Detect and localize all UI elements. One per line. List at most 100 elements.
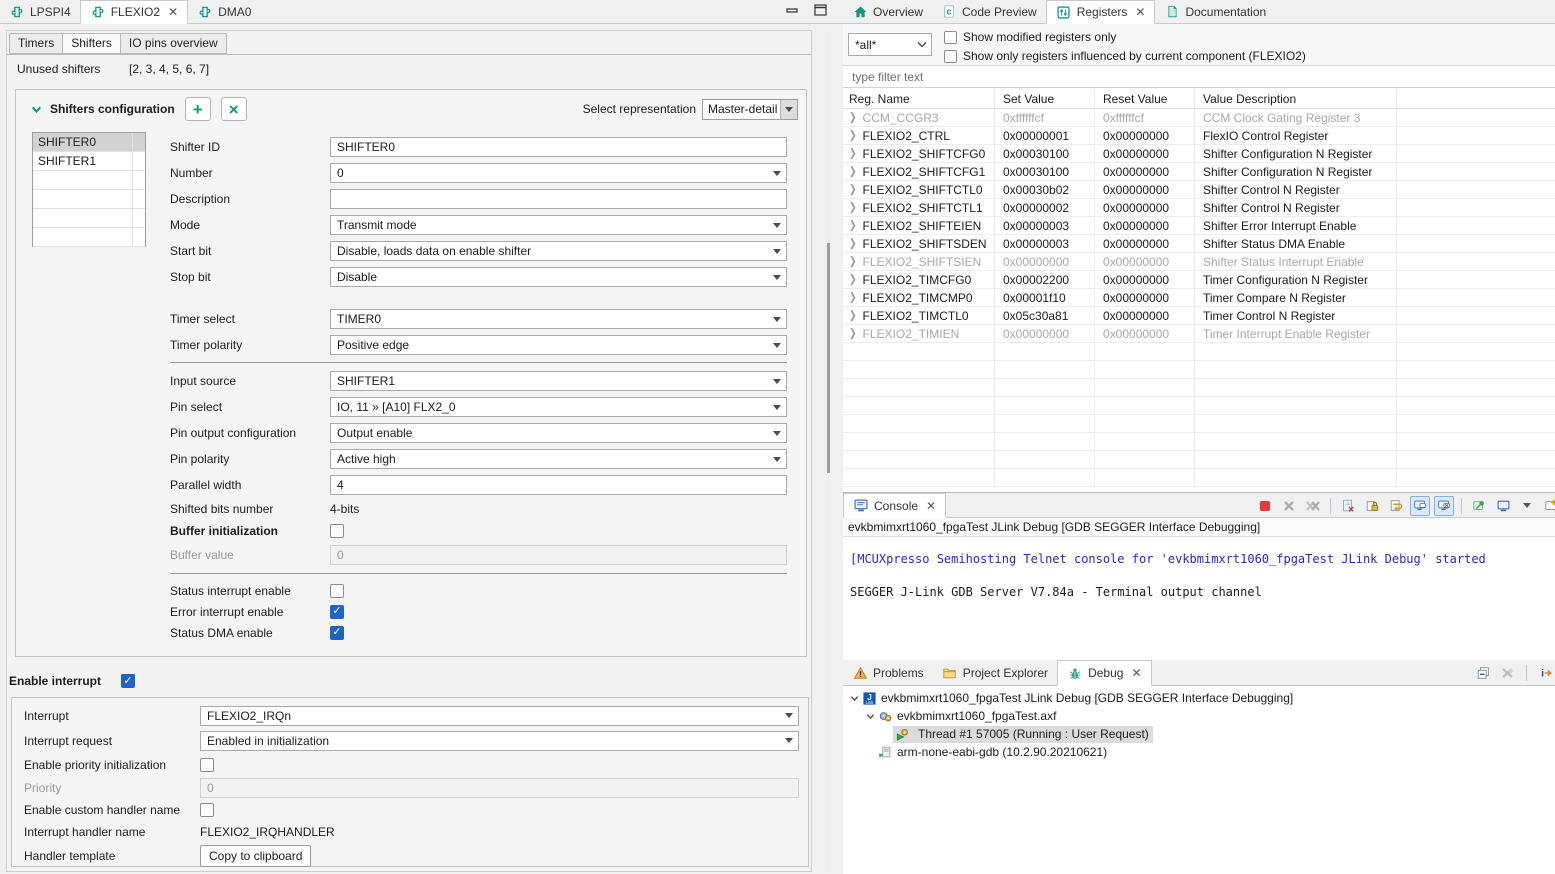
remove-all-terminated-icon[interactable] bbox=[1303, 496, 1323, 516]
new-console-icon[interactable] bbox=[1541, 496, 1555, 516]
column-header-value-description[interactable]: Value Description bbox=[1195, 89, 1397, 108]
column-header-set-value[interactable]: Set Value bbox=[995, 89, 1095, 108]
console-output[interactable]: [MCUXpresso Semihosting Telnet console f… bbox=[843, 538, 1555, 660]
tree-node[interactable]: J Link evkbmimxrt1060_fpgaTest JLink Debug… bbox=[861, 690, 1293, 706]
register-row-flexio2-shiftctl1[interactable]: ❯ FLEXIO2_SHIFTCTL1 0x00000002 0x00000000 Sh… bbox=[843, 199, 1555, 217]
info-arrow-icon[interactable]: i bbox=[1535, 663, 1555, 683]
minimize-view-icon[interactable] bbox=[786, 4, 800, 16]
expand-chevron-icon[interactable]: ❯ bbox=[849, 291, 857, 304]
parallel-width-field[interactable]: 4 bbox=[330, 475, 787, 495]
debug-tree-row[interactable]: evkbmimxrt1060_fpgaTest.axf bbox=[843, 707, 1555, 725]
tab-flexio2[interactable]: FLEXIO2 ✕ bbox=[79, 0, 189, 24]
collapse-all-icon[interactable] bbox=[1473, 663, 1493, 683]
close-icon[interactable]: ✕ bbox=[1131, 667, 1141, 679]
tree-expander-chevron-icon[interactable] bbox=[863, 712, 877, 721]
open-console-icon[interactable] bbox=[1493, 496, 1513, 516]
enable-custom-handler-name-checkbox[interactable] bbox=[200, 803, 214, 817]
column-header-reset-value[interactable]: Reset Value bbox=[1095, 89, 1195, 108]
representation-dropdown[interactable]: Master-detail bbox=[702, 98, 798, 120]
enable-interrupt-checkbox[interactable]: ✓ bbox=[121, 674, 135, 688]
show-influenced-checkbox[interactable] bbox=[944, 49, 957, 63]
shifter-list-item-shifter0[interactable]: SHIFTER0 bbox=[33, 133, 145, 152]
remove-launch-icon[interactable] bbox=[1338, 496, 1358, 516]
register-filter-input[interactable]: type filter text bbox=[843, 65, 1555, 88]
register-row-ccm-ccgr3[interactable]: ❯ CCM_CCGR3 0xffffffcf 0xffffffcf CCM Clock … bbox=[843, 109, 1555, 127]
copy-to-clipboard-button[interactable]: Copy to clipboard bbox=[200, 844, 312, 867]
register-row-flexio2-shifteien[interactable]: ❯ FLEXIO2_SHIFTEIEN 0x00000003 0x00000000 Sh… bbox=[843, 217, 1555, 235]
debug-tree-row[interactable]: Thread #1 57005 (Running : User Request) bbox=[843, 725, 1555, 743]
expand-chevron-icon[interactable]: ❯ bbox=[849, 309, 857, 322]
close-icon[interactable]: ✕ bbox=[168, 6, 178, 18]
register-row-flexio2-timcfg0[interactable]: ❯ FLEXIO2_TIMCFG0 0x00002200 0x00000000 Time… bbox=[843, 271, 1555, 289]
tab-registers[interactable]: Registers ✕ bbox=[1045, 0, 1156, 24]
stop-bit-dropdown[interactable]: Disable bbox=[330, 267, 787, 287]
timer-polarity-dropdown[interactable]: Positive edge bbox=[330, 335, 787, 355]
show-modified-checkbox[interactable] bbox=[944, 30, 957, 44]
tree-node[interactable]: arm-none-eabi-gdb (10.2.90.20210621) bbox=[877, 744, 1107, 760]
terminate-icon[interactable] bbox=[1255, 496, 1275, 516]
tab-project-explorer[interactable]: Project Explorer bbox=[933, 660, 1057, 685]
register-row-flexio2-timctl0[interactable]: ❯ FLEXIO2_TIMCTL0 0x05c30a81 0x00000000 Time… bbox=[843, 307, 1555, 325]
close-icon[interactable]: ✕ bbox=[1135, 6, 1145, 18]
tree-expander-chevron-icon[interactable] bbox=[847, 694, 861, 703]
shifter-list-item-shifter1[interactable]: SHIFTER1 bbox=[33, 152, 145, 171]
start-bit-dropdown[interactable]: Disable, loads data on enable shifter bbox=[330, 241, 787, 261]
section-collapse-chevron-icon[interactable] bbox=[28, 101, 44, 117]
shifter-id-field[interactable]: SHIFTER0 bbox=[330, 137, 787, 157]
tab-documentation[interactable]: Documentation bbox=[1155, 0, 1275, 23]
tab-problems[interactable]: Problems bbox=[843, 660, 933, 685]
register-row-flexio2-timcmp0[interactable]: ❯ FLEXIO2_TIMCMP0 0x00001f10 0x00000000 Time… bbox=[843, 289, 1555, 307]
peripheral-filter-dropdown[interactable]: *all* bbox=[848, 33, 932, 56]
register-row-flexio2-timien[interactable]: ❯ FLEXIO2_TIMIEN 0x00000000 0x00000000 Timer… bbox=[843, 325, 1555, 343]
expand-chevron-icon[interactable]: ❯ bbox=[849, 327, 857, 340]
vertical-scrollbar[interactable] bbox=[826, 30, 831, 872]
maximize-view-icon[interactable] bbox=[814, 4, 828, 16]
dropdown-arrow-icon[interactable] bbox=[1517, 496, 1537, 516]
remove-terminated-icon[interactable] bbox=[1498, 663, 1518, 683]
expand-chevron-icon[interactable]: ❯ bbox=[849, 147, 857, 160]
tree-node[interactable]: Thread #1 57005 (Running : User Request) bbox=[893, 725, 1153, 743]
view-tab-io-pins-overview[interactable]: IO pins overview bbox=[119, 33, 227, 54]
show-stdout-icon[interactable] bbox=[1410, 495, 1430, 516]
description-field[interactable] bbox=[330, 189, 787, 209]
status-interrupt-enable-checkbox[interactable] bbox=[330, 583, 344, 598]
clear-console-icon[interactable] bbox=[1279, 496, 1299, 516]
view-tab-shifters[interactable]: Shifters bbox=[62, 33, 120, 54]
enable-priority-initialization-checkbox[interactable] bbox=[200, 757, 214, 772]
expand-chevron-icon[interactable]: ❯ bbox=[849, 273, 857, 286]
register-row-flexio2-shiftcfg0[interactable]: ❯ FLEXIO2_SHIFTCFG0 0x00030100 0x00000000 Sh… bbox=[843, 145, 1555, 163]
pin-console-icon[interactable] bbox=[1469, 496, 1489, 516]
view-tab-timers[interactable]: Timers bbox=[9, 33, 63, 54]
input-source-dropdown[interactable]: SHIFTER1 bbox=[330, 371, 787, 391]
tab-console[interactable]: Console ✕ bbox=[843, 493, 947, 518]
debug-tree-row[interactable]: arm-none-eabi-gdb (10.2.90.20210621) bbox=[843, 743, 1555, 761]
pin-polarity-dropdown[interactable]: Active high bbox=[330, 449, 787, 469]
register-row-flexio2-shiftsden[interactable]: ❯ FLEXIO2_SHIFTSDEN 0x00000003 0x00000000 Sh… bbox=[843, 235, 1555, 253]
pin-select-dropdown[interactable]: IO, 11 » [A10] FLX2_0 bbox=[330, 397, 787, 417]
pin-output-configuration-dropdown[interactable]: Output enable bbox=[330, 423, 787, 443]
tree-node[interactable]: evkbmimxrt1060_fpgaTest.axf bbox=[877, 708, 1056, 724]
interrupt-dropdown[interactable]: FLEXIO2_IRQn bbox=[200, 705, 799, 726]
tab-debug[interactable]: Debug ✕ bbox=[1057, 660, 1152, 686]
expand-chevron-icon[interactable]: ❯ bbox=[849, 183, 857, 196]
register-row-flexio2-ctrl[interactable]: ❯ FLEXIO2_CTRL 0x00000001 0x00000000 FlexIO … bbox=[843, 127, 1555, 145]
error-interrupt-enable-checkbox[interactable]: ✓ bbox=[330, 604, 344, 619]
scrollbar-thumb[interactable] bbox=[827, 243, 830, 473]
scroll-lock-icon[interactable] bbox=[1362, 496, 1382, 516]
register-row-flexio2-shiftctl0[interactable]: ❯ FLEXIO2_SHIFTCTL0 0x00030b02 0x00000000 Sh… bbox=[843, 181, 1555, 199]
timer-select-dropdown[interactable]: TIMER0 bbox=[330, 309, 787, 329]
word-wrap-icon[interactable] bbox=[1386, 496, 1406, 516]
show-stderr-icon[interactable] bbox=[1434, 495, 1454, 516]
expand-chevron-icon[interactable]: ❯ bbox=[849, 219, 857, 232]
number-dropdown[interactable]: 0 bbox=[330, 163, 787, 183]
tab-overview[interactable]: Overview bbox=[843, 0, 932, 23]
register-row-flexio2-shiftcfg1[interactable]: ❯ FLEXIO2_SHIFTCFG1 0x00030100 0x00000000 Sh… bbox=[843, 163, 1555, 181]
add-shifter-button[interactable]: + bbox=[184, 97, 211, 121]
column-header-reg-name[interactable]: Reg. Name bbox=[843, 89, 995, 108]
close-icon[interactable]: ✕ bbox=[926, 500, 936, 512]
expand-chevron-icon[interactable]: ❯ bbox=[849, 237, 857, 250]
register-row-flexio2-shiftsien[interactable]: ❯ FLEXIO2_SHIFTSIEN 0x00000000 0x00000000 Sh… bbox=[843, 253, 1555, 271]
tab-code-preview[interactable]: c Code Preview bbox=[932, 0, 1046, 23]
interrupt-request-dropdown[interactable]: Enabled in initialization bbox=[200, 730, 799, 751]
mode-dropdown[interactable]: Transmit mode bbox=[330, 215, 787, 235]
